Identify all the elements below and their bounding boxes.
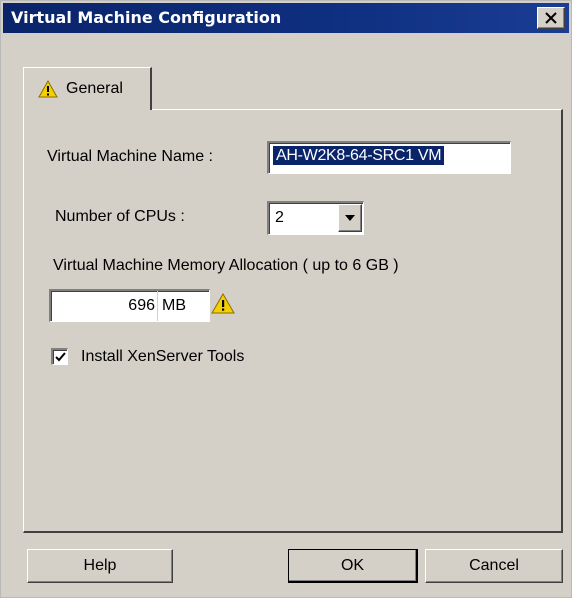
tab-general[interactable]: General (23, 67, 152, 110)
vm-name-value: AH-W2K8-64-SRC1 VM (273, 146, 445, 165)
install-tools-label[interactable]: Install XenServer Tools (81, 348, 244, 366)
cpu-dropdown[interactable]: 2 (267, 201, 364, 235)
memory-divider (157, 291, 158, 321)
cpu-value: 2 (275, 209, 284, 226)
ok-button-label: OK (340, 556, 365, 574)
vm-name-label: Virtual Machine Name : (47, 148, 213, 165)
cpu-label: Number of CPUs : (55, 208, 185, 225)
cancel-button[interactable]: Cancel (425, 549, 563, 583)
vm-name-field[interactable]: AH-W2K8-64-SRC1 VM (267, 141, 511, 174)
dialog-window: Virtual Machine Configuration General Vi… (0, 0, 572, 598)
close-button[interactable] (537, 7, 565, 29)
memory-unit: MB (162, 297, 186, 314)
title-bar[interactable]: Virtual Machine Configuration (3, 3, 569, 33)
warning-icon (38, 80, 58, 98)
memory-value: 696 (128, 297, 155, 314)
chevron-down-icon (345, 215, 355, 221)
help-button-label: Help (83, 557, 117, 574)
ok-button[interactable]: OK (288, 549, 418, 583)
checkmark-icon (54, 352, 66, 362)
install-tools-checkbox[interactable] (51, 348, 68, 365)
memory-field[interactable]: 696 MB (49, 289, 210, 322)
cpu-dropdown-button[interactable] (338, 204, 362, 232)
help-button[interactable]: Help (27, 549, 173, 583)
memory-warning-icon (211, 293, 235, 314)
close-icon (545, 12, 557, 24)
window-title: Virtual Machine Configuration (11, 8, 282, 27)
tab-general-label: General (66, 80, 123, 97)
memory-label: Virtual Machine Memory Allocation ( up t… (53, 257, 399, 274)
cancel-button-label: Cancel (469, 557, 519, 574)
